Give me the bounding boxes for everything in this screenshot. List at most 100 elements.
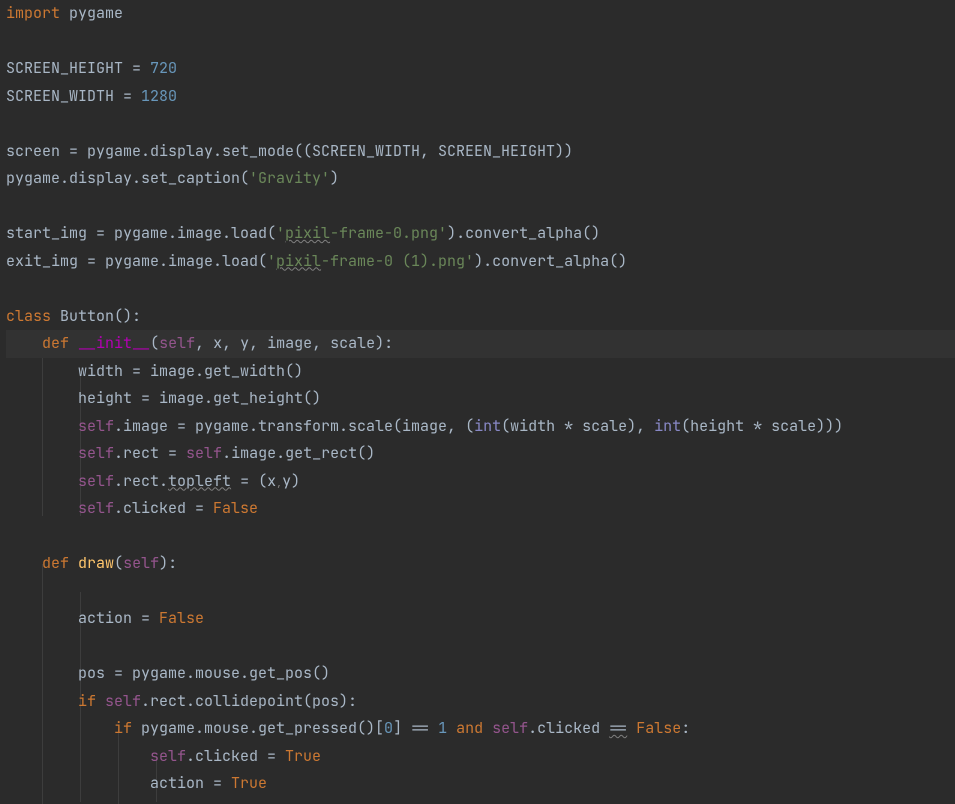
param: , y (222, 333, 249, 353)
code-text: action = (150, 773, 231, 793)
code-text: ).convert_alpha() (474, 251, 627, 271)
code-editor[interactable]: import pygame SCREEN_HEIGHT = 720 SCREEN… (6, 0, 955, 798)
code-text: exit_img = pygame.image.load( (6, 251, 267, 271)
code-line[interactable]: def draw(self): (6, 550, 955, 578)
code-text: width = image.get_width() (78, 361, 303, 381)
code-text: y) (282, 471, 300, 491)
builtin-int: int (474, 416, 501, 436)
code-text: .rect. (114, 471, 168, 491)
code-text: .clicked = (186, 746, 285, 766)
space (627, 718, 636, 738)
bool-true: True (231, 773, 267, 793)
punct: ( (114, 553, 123, 573)
code-line[interactable]: import pygame (6, 0, 955, 28)
code-line[interactable]: start_img = pygame.image.load('pixil-fra… (6, 220, 955, 248)
code-text: (width * scale) (501, 416, 636, 436)
number-literal: 1280 (141, 86, 177, 106)
code-line-blank[interactable] (6, 578, 955, 606)
indent (6, 553, 42, 573)
code-line[interactable]: self.rect = self.image.get_rect() (6, 440, 955, 468)
self: self (78, 498, 114, 518)
module-name: pygame (60, 3, 123, 23)
keyword-class: class (6, 306, 51, 326)
code-line-blank[interactable] (6, 28, 955, 56)
magic-method: __init__ (78, 333, 150, 353)
code-line-blank[interactable] (6, 110, 955, 138)
keyword-if: if (78, 691, 105, 711)
code-line-blank[interactable] (6, 193, 955, 221)
code-line[interactable]: exit_img = pygame.image.load('pixil-fram… (6, 248, 955, 276)
identifier: SCREEN_HEIGHT = (6, 58, 150, 78)
code-line[interactable]: if self.rect.collidepoint(pos): (6, 688, 955, 716)
punct: : (681, 718, 690, 738)
code-line[interactable]: self.image = pygame.transform.scale(imag… (6, 413, 955, 441)
self: self (105, 691, 141, 711)
self: self (78, 471, 114, 491)
punct: ( (150, 333, 159, 353)
indent (6, 718, 114, 738)
code-line[interactable]: self.clicked = False (6, 495, 955, 523)
keyword-and: and (456, 718, 483, 738)
string-quote: ' (276, 223, 285, 243)
param: , scale): (312, 333, 393, 353)
code-line-blank[interactable] (6, 633, 955, 661)
keyword-def: def (42, 333, 78, 353)
self: self (492, 718, 528, 738)
code-line-blank[interactable] (6, 275, 955, 303)
string-quote: ' (267, 251, 276, 271)
code-line[interactable]: width = image.get_width() (6, 358, 955, 386)
param: , x (195, 333, 222, 353)
self: self (78, 416, 114, 436)
indent (6, 388, 78, 408)
indent (6, 773, 150, 793)
code-text: .image = pygame.transform.scale(image (114, 416, 447, 436)
code-line[interactable]: if pygame.mouse.get_pressed()[0] == 1 an… (6, 715, 955, 743)
code-line[interactable]: pygame.display.set_caption('Gravity') (6, 165, 955, 193)
code-text: = (x (231, 471, 276, 491)
code-line[interactable]: screen = pygame.display.set_mode((SCREEN… (6, 138, 955, 166)
class-name: Button (51, 306, 114, 326)
code-text: .clicked = (114, 498, 213, 518)
punct: , (636, 416, 654, 436)
code-line-blank[interactable] (6, 523, 955, 551)
bool-false: False (159, 608, 204, 628)
code-line[interactable]: action = False (6, 605, 955, 633)
code-text: height = image.get_height() (78, 388, 321, 408)
code-text: screen = pygame.display.set_mode((SCREEN… (6, 141, 573, 161)
code-line[interactable]: SCREEN_HEIGHT = 720 (6, 55, 955, 83)
indent (6, 333, 42, 353)
indent (6, 746, 150, 766)
string-literal: -frame-0 (1).png' (321, 251, 474, 271)
self-param: self (159, 333, 195, 353)
attr-topleft-underline: topleft (168, 471, 231, 491)
indent (6, 471, 78, 491)
code-line[interactable]: action = True (6, 770, 955, 798)
string-literal: -frame-0.png' (330, 223, 447, 243)
code-text: ] == (393, 718, 438, 738)
indent (6, 608, 78, 628)
self: self (150, 746, 186, 766)
number-literal: 720 (150, 58, 177, 78)
code-text: .rect.collidepoint(pos): (141, 691, 357, 711)
bool-false: False (213, 498, 258, 518)
string-typo-underline: pixil (285, 223, 330, 243)
code-line[interactable]: pos = pygame.mouse.get_pos() (6, 660, 955, 688)
indent (6, 443, 78, 463)
code-line[interactable]: height = image.get_height() (6, 385, 955, 413)
keyword-import: import (6, 3, 60, 23)
punct: , (447, 416, 465, 436)
indent (6, 691, 78, 711)
keyword-if: if (114, 718, 141, 738)
code-line[interactable]: class Button(): (6, 303, 955, 331)
code-text: pygame.mouse.get_pressed()[ (141, 718, 384, 738)
code-line-highlighted[interactable]: def __init__(self, x, y, image, scale): (6, 330, 955, 358)
code-line[interactable]: self.clicked = True (6, 743, 955, 771)
code-line[interactable]: SCREEN_WIDTH = 1280 (6, 83, 955, 111)
punct: ): (159, 553, 177, 573)
code-line[interactable]: self.rect.topleft = (x,y) (6, 468, 955, 496)
punct: (): (114, 306, 141, 326)
indent (6, 498, 78, 518)
code-text: pos = pygame.mouse.get_pos() (78, 663, 330, 683)
self: self (186, 443, 222, 463)
code-text: start_img = pygame.image.load( (6, 223, 276, 243)
